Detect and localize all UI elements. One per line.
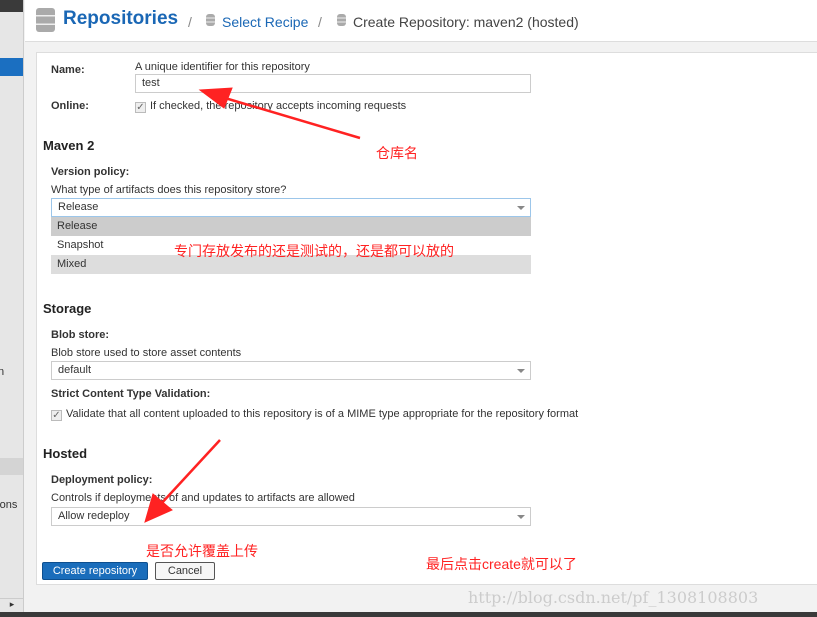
annotation-final: 最后点击create就可以了: [426, 556, 577, 572]
annotation-deploy: 是否允许覆盖上传: [146, 543, 258, 559]
arrow-deploy-line: [159, 439, 221, 506]
watermark: http://blog.csdn.net/pf_1308108803: [468, 588, 759, 607]
arrow-name-head: [198, 87, 233, 109]
annotation-name: 仓库名: [376, 145, 418, 161]
bottom-bar: [0, 612, 817, 617]
annotation-policy: 专门存放发布的还是测试的，还是都可以放的: [174, 243, 454, 259]
arrow-name-line: [224, 96, 361, 140]
annotation-arrows: [144, 87, 361, 523]
